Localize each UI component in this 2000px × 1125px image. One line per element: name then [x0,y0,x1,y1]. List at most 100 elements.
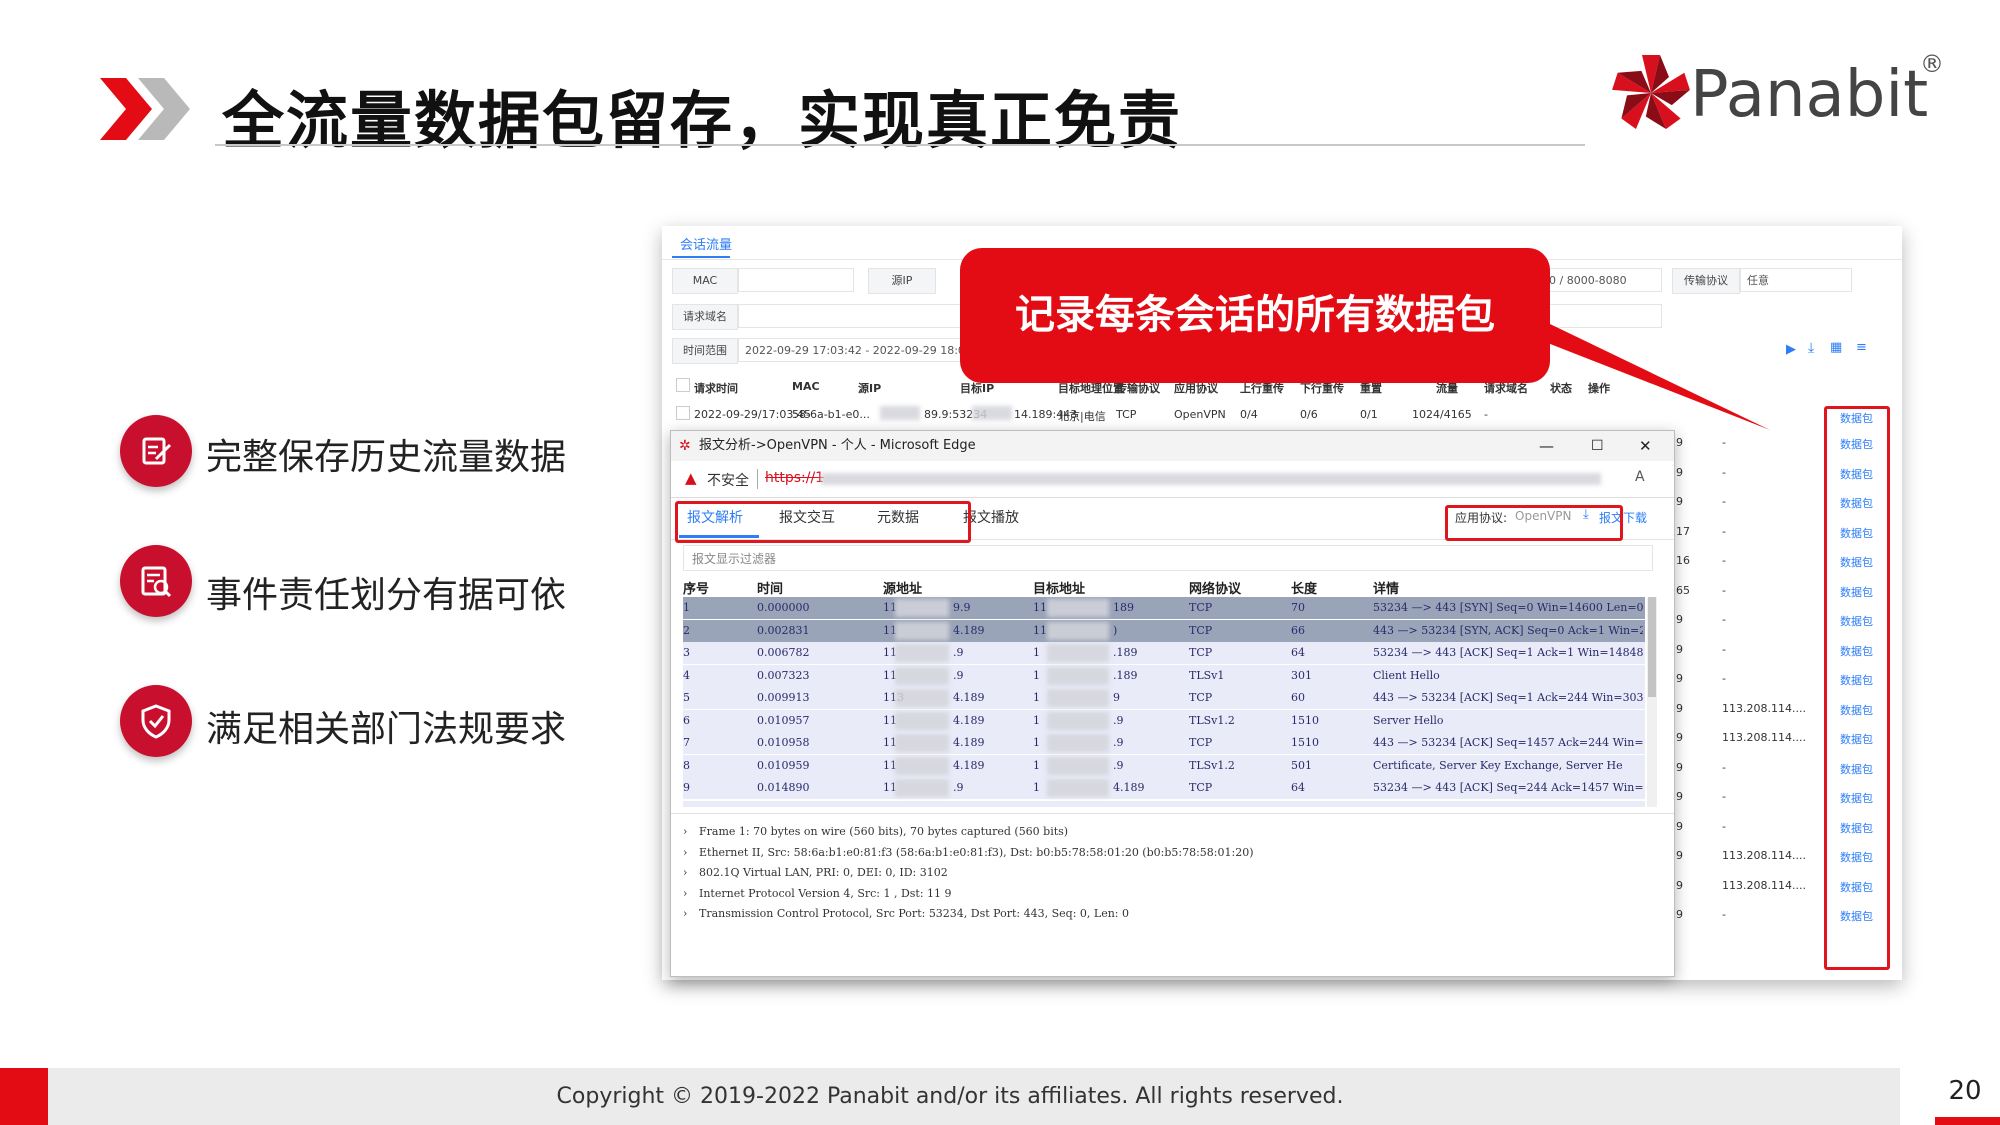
time-range-input[interactable]: 2022-09-29 17:03:42 - 2022-09-29 18:03 [738,338,978,362]
cell-transport: TCP [1116,408,1137,421]
row-domain-cell: 113.208.114.... [1722,878,1806,892]
highlight-download [1445,505,1623,541]
title-underline [215,144,1585,146]
packet-link[interactable]: 数据包 [1840,790,1873,806]
expand-chevron-icon[interactable]: › [683,825,687,838]
tab-packet-playback[interactable]: 报文播放 [963,507,1019,527]
src-ip-select[interactable]: 源IP [868,268,936,294]
cell-up-retrans: 0/4 [1240,408,1258,421]
url-text[interactable]: https://1 [765,470,824,486]
packet-row[interactable]: 1 0.000000 11 9.9 11 189 TCP 70 53234 —> 443 [SY… [683,597,1645,619]
expand-chevron-icon[interactable]: › [683,846,687,859]
scrollbar-thumb[interactable] [1648,597,1656,697]
row-domain-cell: - [1722,583,1726,597]
play-icon[interactable]: ▶ [1786,342,1796,357]
packet-link[interactable]: 数据包 [1840,702,1873,718]
packet-row[interactable]: 7 0.010958 11 4.189 1.9 TCP 1510 443 —> 53234 [… [683,732,1645,754]
packet-cell-dst: 1 [1033,713,1040,727]
row-domain-cell: 113.208.114.... [1722,849,1806,862]
packet-link[interactable]: 数据包 [1840,849,1873,865]
menu-icon[interactable]: ≡ [1856,340,1867,355]
packet-link[interactable]: 数据包 [1840,525,1873,541]
minimize-icon[interactable]: — [1539,431,1554,461]
packet-cell-no: 6 [683,713,690,727]
expand-chevron-icon[interactable]: › [683,866,687,879]
packet-detail-line[interactable]: Transmission Control Protocol, Src Port:… [699,907,1129,920]
port-input[interactable]: 0 / 8000-8080 [1542,268,1662,292]
packet-cell-src2: 4.189 [953,758,985,772]
packet-cell-time: 0.010958 [757,736,810,749]
row-count-cell: 9 [1676,731,1683,744]
packet-cell-dst2: 189 [1113,601,1134,614]
packet-cell-dst: 1 [1033,668,1040,682]
packet-detail-line[interactable]: Internet Protocol Version 4, Src: 1 , Ds… [699,887,952,900]
address-bar[interactable]: ▲ 不安全 https://1 A [671,461,1674,498]
packet-row[interactable]: 5 0.009913 113 4.189 1 9 TCP 60 443 —> 53234 [AC… [683,687,1645,709]
shield-check-icon [120,685,192,757]
packet-link[interactable]: 数据包 [1840,554,1873,570]
packet-detail-line[interactable]: 802.1Q Virtual LAN, PRI: 0, DEI: 0, ID: … [699,866,948,879]
packet-row[interactable]: 4 0.007323 11.9 1.189 TLSv1 301 Client Hello [683,664,1645,687]
row-checkbox[interactable] [676,406,690,420]
packet-cell-no: 3 [683,646,690,659]
packet-cell-info: 443 —> 53234 [ACK] Seq=1457 Ack=244 Win=… [1373,736,1643,749]
expand-chevron-icon[interactable]: › [683,907,687,920]
domain-input[interactable] [738,304,978,328]
select-all-checkbox[interactable] [676,378,690,392]
col-length[interactable]: 长度 [1291,578,1317,597]
packet-link[interactable]: 数据包 [1840,731,1873,747]
packet-cell-dst: 1 [1033,646,1040,659]
packet-row[interactable]: 9 0.014890 11.9 1 4.189 TCP 64 53234 —> 443 [AC… [683,777,1645,799]
packet-cell-no: 8 [683,758,690,772]
packet-cell-no: 5 [683,691,690,704]
col-net-proto[interactable]: 网络协议 [1189,578,1241,597]
protocol-select[interactable]: 任意 [1740,268,1852,292]
col-dst[interactable]: 目标地址 [1033,578,1085,597]
packet-cell-proto: TLSv1 [1189,668,1225,682]
packet-link[interactable]: 数据包 [1840,672,1873,688]
packet-row[interactable]: 3 0.006782 11.9 1.189 TCP 64 53234 —> 443 [ACK… [683,642,1645,664]
packet-link[interactable]: 数据包 [1840,761,1873,777]
row-count-cell: 9 [1676,790,1683,803]
col-request-time: 请求时间 [694,382,738,395]
close-icon[interactable]: ✕ [1639,431,1652,461]
packet-cell-dst2: .189 [1113,646,1138,659]
cell-down-retrans: 0/6 [1300,408,1318,421]
packet-link[interactable]: 数据包 [1840,908,1873,924]
mac-input[interactable] [738,268,854,292]
packet-row[interactable]: 6 0.010957 11 4.189 1.9 TLSv1.2 1510 Server Hel… [683,709,1645,732]
packet-row[interactable]: 8 0.010959 11 4.189 1.9 TLSv1.2 501 Certificate… [683,754,1645,777]
redacted-src-ip [880,406,920,420]
packet-link[interactable]: 数据包 [1840,879,1873,895]
table-scrollbar[interactable] [1647,597,1657,807]
packet-link[interactable]: 数据包 [1840,820,1873,836]
tab-session-traffic[interactable]: 会话流量 [680,234,732,253]
active-tab-indicator [672,256,730,258]
packet-link[interactable]: 数据包 [1840,613,1873,629]
packet-link[interactable]: 数据包 [1840,466,1873,482]
col-no[interactable]: 序号 [683,578,709,597]
packet-detail-line[interactable]: Ethernet II, Src: 58:6a:b1:e0:81:f3 (58:… [699,846,1254,859]
download-icon[interactable]: ⤓ [1808,340,1814,356]
packet-link[interactable]: 数据包 [1840,495,1873,511]
col-info[interactable]: 详情 [1373,578,1399,597]
col-mac: MAC [792,380,820,393]
maximize-icon[interactable]: ☐ [1591,431,1604,461]
display-filter-input[interactable]: 报文显示过滤器 [683,545,1653,571]
packet-row[interactable]: 2 0.002831 11 4.189 11) TCP 66 443 —> 53234 [SY… [683,619,1645,642]
expand-chevron-icon[interactable]: › [683,887,687,900]
redacted-dst [1047,599,1109,617]
cell-geo: 北京|电信 [1058,410,1106,423]
col-time[interactable]: 时间 [757,578,783,597]
row-count-cell: 9 [1676,701,1683,715]
row-domain-cell: - [1722,819,1726,833]
packet-link[interactable]: 数据包 [1840,643,1873,659]
packet-detail-line[interactable]: Frame 1: 70 bytes on wire (560 bits), 70… [699,825,1068,838]
read-aloud-icon[interactable]: A [1635,469,1645,485]
redacted-dst [1047,756,1109,775]
table-view-icon[interactable]: ▦ [1830,340,1842,355]
page-number-accent [1935,1117,2000,1125]
packet-link[interactable]: 数据包 [1840,436,1873,452]
packet-link[interactable]: 数据包 [1840,584,1873,600]
col-src[interactable]: 源地址 [883,578,922,597]
